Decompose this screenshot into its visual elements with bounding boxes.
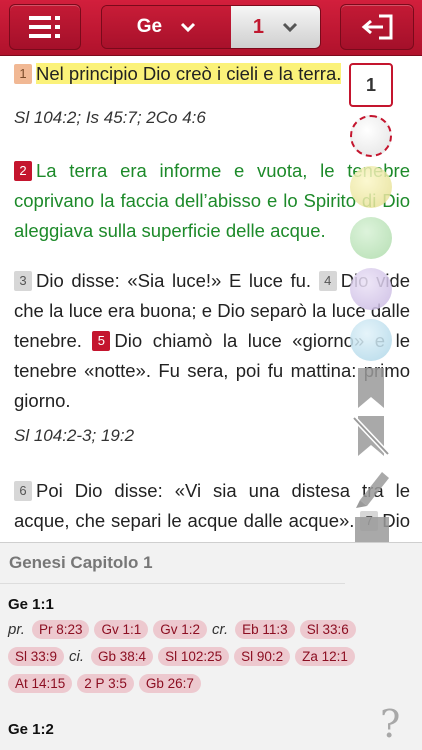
reference-link[interactable]: Sl 102:25 (158, 647, 230, 666)
verse-number[interactable]: 1 (14, 64, 32, 84)
reference-link[interactable]: 2 P 3:5 (77, 674, 134, 693)
verse-number[interactable]: 3 (14, 271, 32, 291)
reference-link[interactable]: Gv 1:1 (94, 620, 149, 639)
reference-link[interactable]: Sl 90:2 (234, 647, 291, 666)
highlight-green-button[interactable] (350, 217, 392, 259)
reference-link[interactable]: Gb 38:4 (91, 647, 154, 666)
reference-link[interactable]: Sl 33:9 (8, 647, 65, 666)
bookmark-icon (358, 368, 384, 408)
exit-arrow-icon (361, 14, 393, 40)
reference-link[interactable]: Sl 33:6 (299, 620, 356, 639)
book-selector[interactable]: Ge (102, 6, 231, 48)
clear-highlight-button[interactable] (350, 115, 392, 157)
verse-text: Nel principio Dio creò i cieli e la terr… (36, 63, 342, 84)
book-chapter-selector: Ge 1 (101, 5, 321, 49)
cross-references[interactable]: Sl 104:2; Is 45:7; 2Co 4:6 (14, 108, 206, 128)
verse-text: Poi Dio disse: «Vi sia una distesa tra l… (14, 480, 410, 531)
highlight-yellow-button[interactable] (350, 166, 392, 208)
menu-button[interactable] (9, 4, 81, 50)
reference-link[interactable]: Gv 1:2 (153, 620, 208, 639)
reference-row: Sl 33:9 ci. Gb 38:4 Sl 102:25 Sl 90:2 Za… (8, 647, 355, 666)
verse-number[interactable]: 6 (14, 481, 32, 501)
ref-type-label: pr. (8, 621, 25, 638)
chapter-selector[interactable]: 1 (230, 6, 320, 48)
reference-row: pr. Pr 8:23 Gv 1:1 Gv 1:2 cr. Eb 11:3 Sl… (8, 620, 356, 639)
help-icon[interactable]: ? (380, 702, 400, 746)
section-heading: Ge 1:1 (8, 596, 54, 613)
top-toolbar: Ge 1 (0, 0, 422, 56)
panel-title: Genesi Capitolo 1 (9, 553, 153, 572)
chapter-number-box[interactable]: 1 (349, 63, 393, 107)
verse-number[interactable]: 4 (318, 271, 337, 291)
highlight-purple-button[interactable] (350, 268, 392, 310)
remove-bookmark-button[interactable] (352, 414, 390, 465)
divider (0, 583, 345, 584)
bookmark-off-icon (352, 416, 390, 456)
ref-type-label: ci. (69, 648, 85, 665)
reference-link[interactable]: Za 12:1 (295, 647, 355, 666)
edit-note-button[interactable] (352, 464, 390, 513)
verse-number[interactable]: 5 (92, 331, 111, 351)
list-menu-icon (29, 16, 60, 38)
chevron-down-icon (181, 22, 196, 33)
exit-button[interactable] (340, 4, 414, 50)
chapter-label: 1 (252, 15, 264, 38)
book-label: Ge (136, 16, 163, 37)
ref-type-label: cr. (212, 621, 229, 638)
reference-row: At 14:15 2 P 3:5 Gb 26:7 (8, 674, 201, 693)
reference-link[interactable]: Eb 11:3 (235, 620, 295, 639)
bookmark-button[interactable] (352, 366, 390, 415)
chevron-down-icon (282, 22, 298, 33)
reference-link[interactable]: Pr 8:23 (31, 620, 90, 639)
reference-link[interactable]: At 14:15 (8, 674, 73, 693)
verse-number[interactable]: 2 (14, 161, 32, 181)
verse-text: Dio disse: «Sia luce!» E luce fu. (36, 270, 312, 291)
highlight-blue-button[interactable] (350, 319, 392, 361)
cross-references[interactable]: Sl 104:2-3; 19:2 (14, 426, 134, 446)
verse-6-7[interactable]: 6 Poi Dio disse: «Vi sia una distesa tra … (14, 476, 410, 542)
cross-reference-panel: Genesi Capitolo 1 Ge 1:1 pr. Pr 8:23 Gv … (0, 542, 422, 750)
reference-link[interactable]: Gb 26:7 (138, 674, 201, 693)
verse-text: La terra era informe e vuota, le tenebre… (14, 160, 410, 241)
section-heading: Ge 1:2 (8, 721, 54, 738)
pencil-icon (356, 472, 389, 508)
